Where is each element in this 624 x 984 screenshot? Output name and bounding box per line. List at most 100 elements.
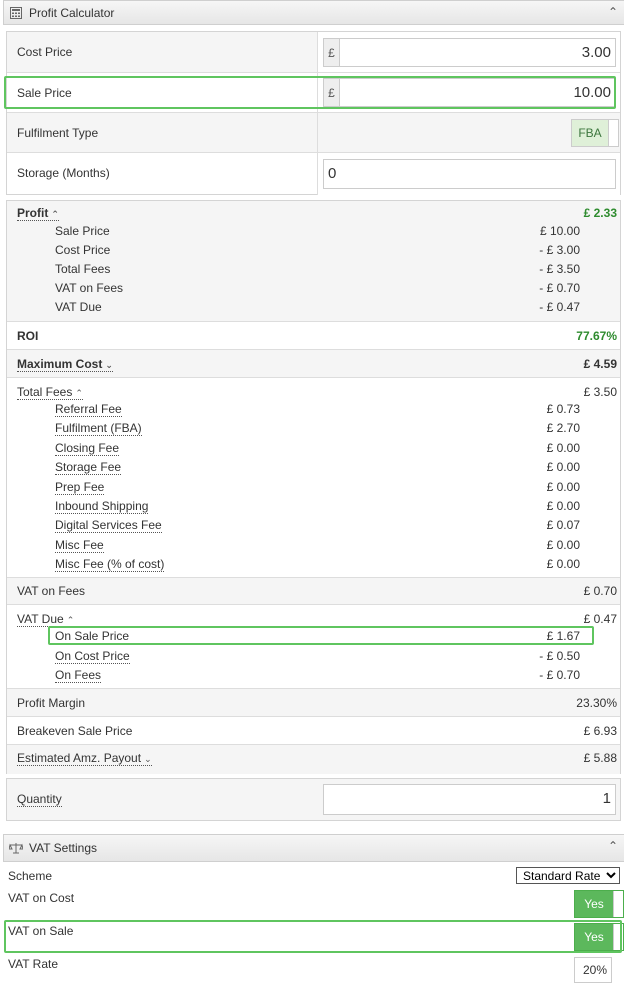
fee-item-label[interactable]: Misc Fee (% of cost) <box>55 557 165 573</box>
chevron-up-icon: ⌃ <box>66 615 75 625</box>
fee-item-label[interactable]: Referral Fee <box>55 402 122 417</box>
max-cost-toggle[interactable]: Maximum Cost ⌄ <box>17 357 113 372</box>
panel-title: VAT Settings <box>29 841 98 855</box>
profit-calculator-header[interactable]: Profit Calculator ⌃ <box>3 0 624 25</box>
max-cost-row: Maximum Cost ⌄ £ 4.59 <box>7 350 620 378</box>
scale-icon <box>9 841 23 855</box>
chevron-up-icon: ⌃ <box>51 209 59 219</box>
vat-due-item-value: £ 1.67 <box>546 629 580 643</box>
cost-price-row: Cost Price £ 3.00 <box>7 32 620 73</box>
sale-price-value: 10.00 <box>573 84 611 101</box>
scheme-label: Scheme <box>8 869 53 883</box>
quantity-frame: Quantity 1 <box>6 778 621 821</box>
sale-price-label: Sale Price <box>17 86 72 100</box>
vat-due-section: VAT Due ⌃ £ 0.47 On Sale Price £ 1.67 On Co… <box>7 605 620 689</box>
storage-input[interactable]: 0 <box>323 159 616 189</box>
sale-price-row: Sale Price £ 10.00 <box>7 73 620 113</box>
chevron-up-icon: ⌃ <box>75 388 83 398</box>
breakeven-value: £ 6.93 <box>583 724 617 738</box>
storage-row: Storage (Months) 0 <box>7 153 620 195</box>
roi-value: 77.67% <box>576 329 617 343</box>
profit-breakdown-item-label: VAT on Fees <box>55 281 124 295</box>
breakeven-label: Breakeven Sale Price <box>17 724 133 738</box>
vat-due-item-label[interactable]: On Sale Price <box>55 629 130 644</box>
profit-breakdown-item-value: £ 10.00 <box>539 224 580 238</box>
fee-item-value: £ 2.70 <box>546 421 580 436</box>
fee-item-label[interactable]: Misc Fee <box>55 538 104 553</box>
cost-price-label: Cost Price <box>17 45 73 59</box>
profit-breakdown-item-value: - £ 3.50 <box>539 262 580 276</box>
fee-item-value: £ 0.00 <box>546 460 580 475</box>
calculator-icon <box>9 6 23 20</box>
roi-label: ROI <box>17 329 39 343</box>
fulfilment-row: Fulfilment Type FBA <box>7 113 620 153</box>
vat-due-item-value: - £ 0.70 <box>539 668 580 682</box>
chevron-down-icon: ⌄ <box>105 360 113 370</box>
fee-item-label[interactable]: Prep Fee <box>55 480 105 495</box>
fee-item-label[interactable]: Fulfilment (FBA) <box>55 421 142 437</box>
vat-due-item-value: - £ 0.50 <box>539 648 580 663</box>
profit-breakdown-item-label: Total Fees <box>55 262 111 276</box>
chevron-up-icon[interactable]: ⌃ <box>608 5 618 19</box>
vat-due-item-label[interactable]: On Fees <box>55 668 102 683</box>
fee-item-value: £ 0.00 <box>546 499 580 513</box>
total-fees-value: £ 3.50 <box>583 385 617 399</box>
chevron-down-icon: ⌄ <box>144 754 152 764</box>
vat-due-value: £ 0.47 <box>583 612 617 626</box>
cost-price-input[interactable]: £ 3.00 <box>323 38 616 67</box>
profit-section: Profit ⌃ £ 2.33 Sale Price £ 10.00 Cost Pri… <box>7 201 620 322</box>
quantity-label: Quantity <box>17 792 62 807</box>
vat-on-cost-label: VAT on Cost <box>8 891 75 905</box>
sale-price-input[interactable]: £ 10.00 <box>323 78 616 107</box>
profit-margin-row: Profit Margin 23.30% <box>7 689 620 717</box>
fee-item-label[interactable]: Digital Services Fee <box>55 518 162 534</box>
payout-row: Estimated Amz. Payout ⌄ £ 5.88 <box>7 745 620 774</box>
profit-margin-label: Profit Margin <box>17 696 86 710</box>
breakeven-row: Breakeven Sale Price £ 6.93 <box>7 717 620 745</box>
profit-breakdown-item-label: Sale Price <box>55 224 110 238</box>
profit-toggle[interactable]: Profit ⌃ <box>17 206 59 221</box>
profit-calculator-panel: Profit Calculator ⌃ Cost Price £ 3.00 Sa… <box>3 0 624 825</box>
cost-price-value: 3.00 <box>581 44 611 61</box>
payout-toggle[interactable]: Estimated Amz. Payout ⌄ <box>17 751 152 766</box>
fee-item-label[interactable]: Closing Fee <box>55 441 120 456</box>
vat-on-sale-label: VAT on Sale <box>8 924 74 938</box>
chevron-up-icon[interactable]: ⌃ <box>608 839 618 853</box>
vat-on-sale-toggle[interactable]: Yes <box>574 923 624 951</box>
fulfilment-toggle[interactable]: FBA <box>571 119 619 147</box>
profit-breakdown-item-label: Cost Price <box>55 243 111 257</box>
payout-value: £ 5.88 <box>583 751 617 765</box>
profit-breakdown-item-label: VAT Due <box>55 300 102 314</box>
vat-settings-panel: VAT Settings ⌃ Scheme Standard Rate VAT … <box>3 834 624 984</box>
vat-on-fees-row: VAT on Fees £ 0.70 <box>7 578 620 605</box>
vat-due-item-label[interactable]: On Cost Price <box>55 649 130 664</box>
vat-settings-header[interactable]: VAT Settings ⌃ <box>3 834 624 862</box>
vat-rate-input[interactable]: 20% <box>574 957 612 983</box>
vat-on-cost-toggle[interactable]: Yes <box>574 890 624 918</box>
storage-label: Storage (Months) <box>17 166 110 180</box>
vat-due-toggle[interactable]: VAT Due ⌃ <box>17 612 75 627</box>
vat-on-fees-label: VAT on Fees <box>17 584 86 598</box>
roi-row: ROI 77.67% <box>7 322 620 350</box>
inputs-frame: Cost Price £ 3.00 Sale Price £ 10.00 Ful… <box>6 31 621 195</box>
max-cost-value: £ 4.59 <box>583 357 617 371</box>
fee-item-value: £ 0.00 <box>546 440 580 455</box>
vat-on-cost-toggle-label: Yes <box>575 891 613 917</box>
fee-item-value: £ 0.00 <box>546 537 580 552</box>
profit-margin-value: 23.30% <box>576 696 617 710</box>
results-frame: Profit ⌃ £ 2.33 Sale Price £ 10.00 Cost Pri… <box>6 200 621 774</box>
panel-title: Profit Calculator <box>29 5 115 20</box>
profit-breakdown-item-value: - £ 0.70 <box>539 281 580 295</box>
quantity-input[interactable]: 1 <box>323 784 616 815</box>
fulfilment-toggle-label: FBA <box>572 120 608 146</box>
fee-item-label[interactable]: Storage Fee <box>55 460 122 476</box>
fee-item-label[interactable]: Inbound Shipping <box>55 499 149 514</box>
currency-prefix: £ <box>324 39 340 66</box>
total-fees-toggle[interactable]: Total Fees ⌃ <box>17 385 83 400</box>
fee-item-value: £ 0.00 <box>546 557 580 572</box>
vat-on-fees-value: £ 0.70 <box>583 584 617 598</box>
profit-breakdown-item-value: - £ 3.00 <box>539 243 580 257</box>
profit-breakdown-item-value: - £ 0.47 <box>539 300 580 314</box>
scheme-select[interactable]: Standard Rate <box>516 867 620 884</box>
fee-item-value: £ 0.73 <box>546 402 580 416</box>
